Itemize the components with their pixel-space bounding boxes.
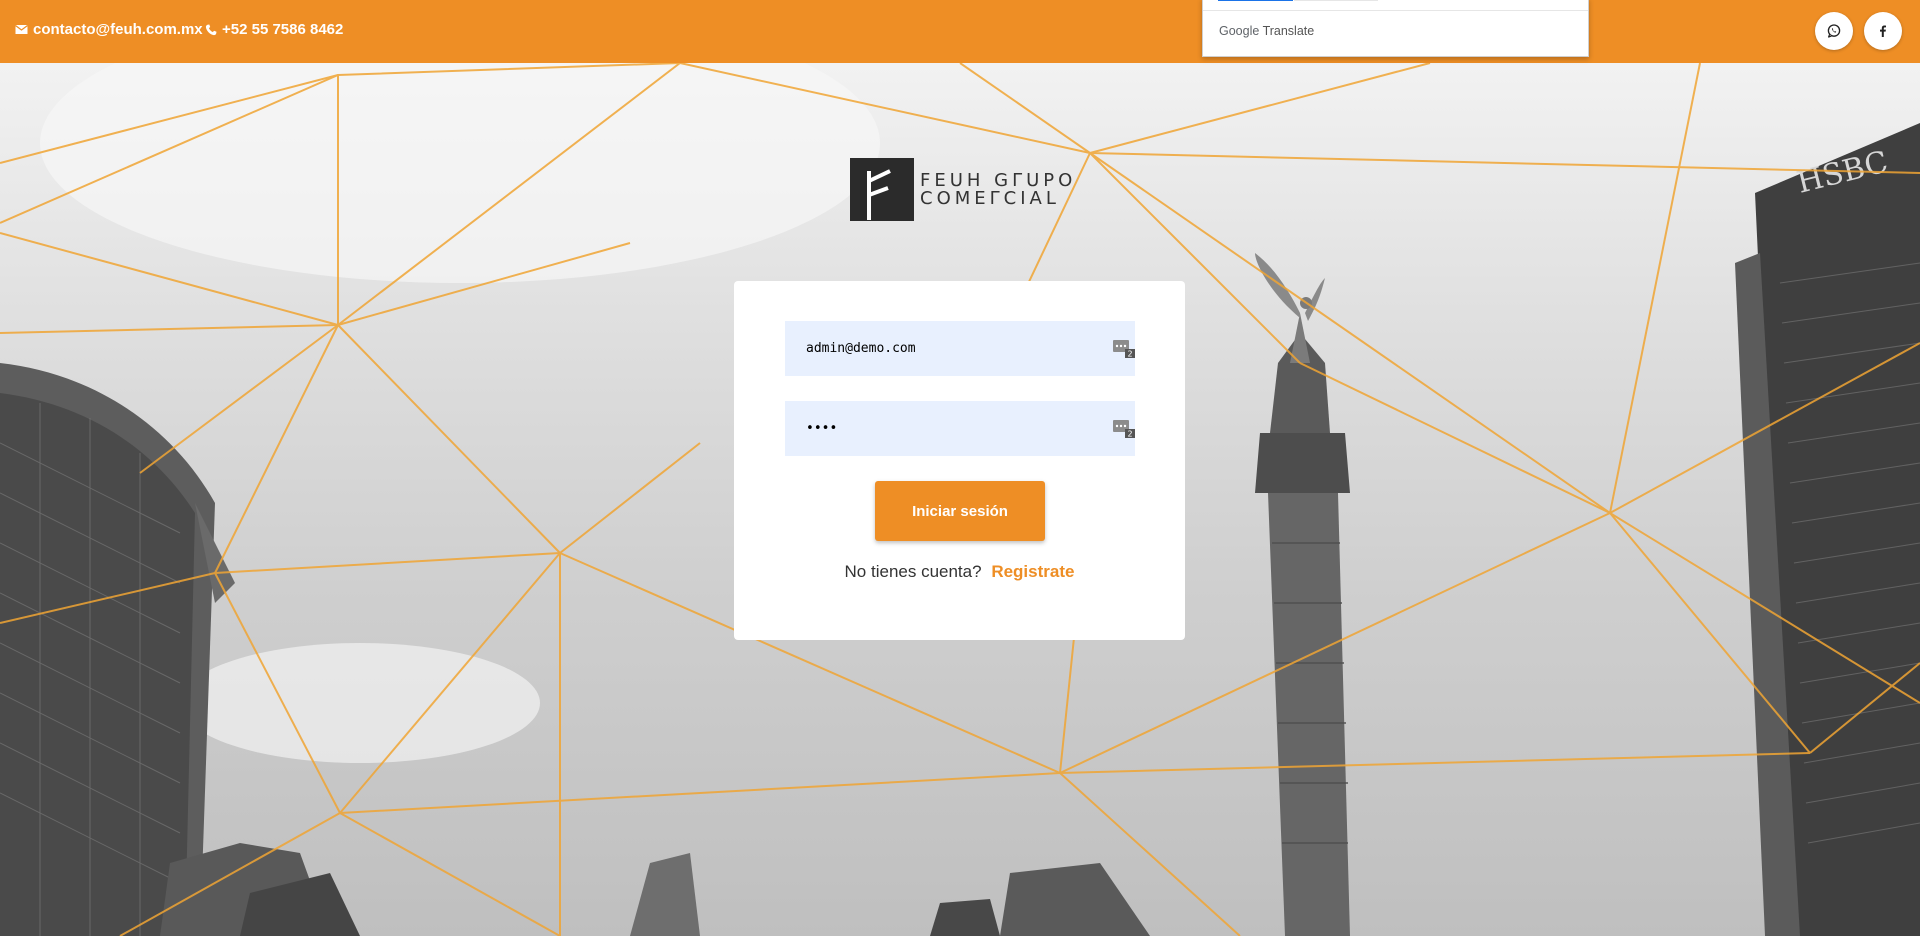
no-account-text: No tienes cuenta? [844,562,982,581]
contact-email[interactable]: contacto@feuh.com.mx [15,21,203,38]
password-manager-icon[interactable]: 2 [1113,340,1135,358]
password-manager-count: 2 [1128,350,1133,359]
google-translate-panel[interactable]: Google Translate [1202,0,1589,57]
contact-email-text: contacto@feuh.com.mx [33,21,203,38]
company-logo: FEUH GΓUPO COMEΓCIAL [850,158,1076,221]
phone-icon [205,24,217,35]
envelope-icon [15,25,28,34]
signup-prompt: No tienes cuenta? Registrate [734,562,1185,582]
translate-language-tabs [1218,0,1378,2]
google-translate-brand[interactable]: Google Translate [1219,24,1314,38]
translate-divider [1203,10,1588,11]
password-manager-count: 2 [1128,430,1133,439]
login-card: 2 2 Iniciar sesión No tienes cuenta? Reg… [734,281,1185,640]
logo-line-2: COMEΓCIAL [920,187,1060,209]
translate-tab[interactable] [1294,0,1378,1]
email-input[interactable] [785,321,1135,376]
password-field[interactable]: 2 [785,401,1135,456]
register-link[interactable]: Registrate [991,562,1074,581]
contact-phone-text: +52 55 7586 8462 [222,21,344,38]
facebook-icon [1880,25,1886,37]
logo-mark-icon [850,158,914,221]
login-button[interactable]: Iniciar sesión [875,481,1045,541]
facebook-button[interactable] [1864,12,1902,50]
whatsapp-icon [1827,24,1841,38]
password-manager-icon[interactable]: 2 [1113,420,1135,438]
whatsapp-button[interactable] [1815,12,1853,50]
contact-phone[interactable]: +52 55 7586 8462 [205,21,343,38]
translate-brand-text: Translate [1262,24,1315,38]
translate-tab-active[interactable] [1218,0,1293,1]
password-input[interactable] [785,401,1135,456]
top-bar: contacto@feuh.com.mx +52 55 7586 8462 [0,0,1920,63]
logo-line-1: FEUH GΓUPO [920,169,1077,191]
email-field[interactable]: 2 [785,321,1135,376]
logo-text: FEUH GΓUPO COMEΓCIAL [920,169,1077,209]
google-brand-text: Google [1219,24,1260,38]
